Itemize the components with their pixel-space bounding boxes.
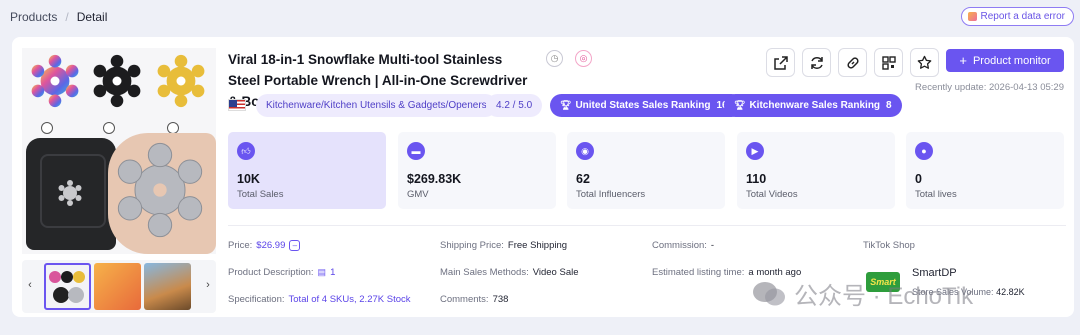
price-value: $26.99 (256, 240, 286, 251)
thumbnail-strip: ‹ › (22, 260, 216, 313)
plus-icon: + (959, 53, 967, 68)
thumbs-up-icon: 👍︎ (237, 142, 255, 160)
product-monitor-button[interactable]: + Product monitor (946, 49, 1064, 72)
product-monitor-label: Product monitor (972, 54, 1051, 67)
description-row: Product Description: ▤ 1 (228, 267, 335, 278)
product-main-image[interactable] (22, 48, 216, 254)
description-value[interactable]: 1 (330, 267, 335, 278)
metric-value: 62 (576, 172, 590, 186)
store-sales-volume-value: 42.82K (996, 287, 1025, 297)
thumbnail-2[interactable] (94, 263, 141, 310)
snowflake-gold-image (157, 54, 205, 108)
metric-value: $269.83K (407, 172, 462, 186)
qr-code-icon[interactable] (874, 48, 903, 77)
metric-label: Total Sales (237, 189, 284, 200)
comments-row: Comments: 738 (440, 294, 508, 305)
price-history-icon[interactable]: – (289, 240, 301, 251)
variant-radio-1[interactable] (41, 122, 53, 134)
video-icon: ▶ (746, 142, 764, 160)
breadcrumb-separator: / (65, 10, 69, 24)
us-sales-ranking-tag[interactable]: 🏆︎ United States Sales Ranking 167 (550, 94, 744, 117)
metric-value: 110 (746, 172, 767, 186)
metric-label: Total Influencers (576, 189, 646, 200)
favorite-star-icon[interactable] (910, 48, 939, 77)
commission-label: Commission: (652, 240, 707, 251)
sales-methods-label: Main Sales Methods: (440, 267, 529, 278)
breadcrumb-current: Detail (76, 10, 108, 24)
comments-label: Comments: (440, 294, 489, 305)
backpack-image (26, 138, 116, 250)
sales-methods-value: Video Sale (532, 267, 579, 278)
thumbnail-3[interactable] (144, 263, 191, 310)
metric-value: 10K (237, 172, 260, 186)
refresh-icon[interactable] (802, 48, 831, 77)
wechat-icon (753, 281, 785, 305)
external-link-icon[interactable] (766, 48, 795, 77)
watermark: 公众号 · EchoTik (752, 276, 973, 311)
shipping-value: Free Shipping (507, 240, 568, 251)
snowflake-steel-image (117, 142, 203, 238)
report-icon (967, 12, 977, 21)
us-flag-icon (228, 99, 246, 111)
metric-label: Total lives (915, 189, 957, 200)
breadcrumb: Products / Detail (10, 8, 107, 26)
description-label: Product Description: (228, 267, 314, 278)
commission-row: Commission: - (652, 240, 714, 251)
snowflake-black-image (93, 54, 141, 108)
trophy-icon: 🏆︎ (734, 100, 746, 110)
recent-update-text: Recently update: 2026-04-13 05:29 (915, 82, 1064, 93)
shipping-row: Shipping Price: Free Shipping (440, 240, 567, 251)
metric-total-videos[interactable]: ▶ 110 Total Videos (737, 132, 895, 209)
tiktok-link-icon[interactable]: ◷ (546, 50, 563, 67)
section-divider (228, 225, 1066, 226)
category-sales-ranking-tag[interactable]: 🏆︎ Kitchenware Sales Ranking 8 (724, 94, 902, 117)
snowflake-rainbow-image (31, 54, 79, 108)
trophy-icon: 🏆︎ (560, 100, 572, 110)
thumbnail-1[interactable] (44, 263, 91, 310)
category-sales-ranking-label: Kitchenware Sales Ranking (749, 100, 881, 111)
specification-label: Specification: (228, 294, 285, 305)
comments-value: 738 (492, 294, 509, 305)
live-icon: ● (915, 142, 933, 160)
title-icon-group: ◷ ◎ (546, 50, 592, 67)
metric-label: GMV (407, 189, 429, 200)
us-sales-ranking-label: United States Sales Ranking (575, 100, 711, 111)
category-sales-ranking-value: 8 (886, 100, 892, 111)
specification-value[interactable]: Total of 4 SKUs, 2.27K Stock (289, 294, 411, 305)
metric-total-sales[interactable]: 👍︎ 10K Total Sales (228, 132, 386, 209)
thumbnail-snowflakes-icon (49, 271, 85, 303)
thumbnail-next-icon[interactable]: › (202, 279, 214, 291)
shop-link-icon[interactable]: ◎ (575, 50, 592, 67)
metric-gmv[interactable]: ▬ $269.83K GMV (398, 132, 556, 209)
category-tag[interactable]: Kitchenware/Kitchen Utensils & Gadgets/O… (256, 94, 497, 117)
report-data-error-button[interactable]: Report a data error (960, 7, 1074, 26)
report-button-label: Report a data error (980, 11, 1066, 22)
snowflake-keychain-icon (58, 180, 82, 206)
copy-link-icon[interactable] (838, 48, 867, 77)
wallet-icon: ▬ (407, 142, 425, 160)
price-label: Price: (228, 240, 253, 251)
metric-label: Total Videos (746, 189, 798, 200)
metric-total-influencers[interactable]: ◉ 62 Total Influencers (567, 132, 725, 209)
sales-methods-row: Main Sales Methods: Video Sale (440, 267, 579, 278)
shipping-label: Shipping Price: (440, 240, 504, 251)
listing-time-label: Estimated listing time: (652, 267, 745, 278)
specification-row: Specification: Total of 4 SKUs, 2.27K St… (228, 294, 411, 305)
breadcrumb-products-link[interactable]: Products (10, 10, 57, 24)
variant-radio-2[interactable] (103, 122, 115, 134)
metric-total-lives[interactable]: ● 0 Total lives (906, 132, 1064, 209)
rating-tag: 4.2 / 5.0 (486, 94, 543, 117)
influencer-icon: ◉ (576, 142, 594, 160)
shop-header: TikTok Shop (863, 240, 915, 251)
commission-value: - (710, 240, 715, 251)
shop-header-label: TikTok Shop (863, 240, 915, 251)
metric-value: 0 (915, 172, 922, 186)
watermark-text: 公众号 · EchoTik (794, 283, 974, 310)
thumbnail-prev-icon[interactable]: ‹ (24, 279, 36, 291)
action-toolbar (766, 48, 939, 77)
product-detail-card: ‹ › Viral 18-in-1 Snowflake Multi-tool S… (12, 37, 1074, 317)
price-row: Price: $26.99 – (228, 240, 301, 251)
document-icon: ▤ (317, 267, 327, 277)
